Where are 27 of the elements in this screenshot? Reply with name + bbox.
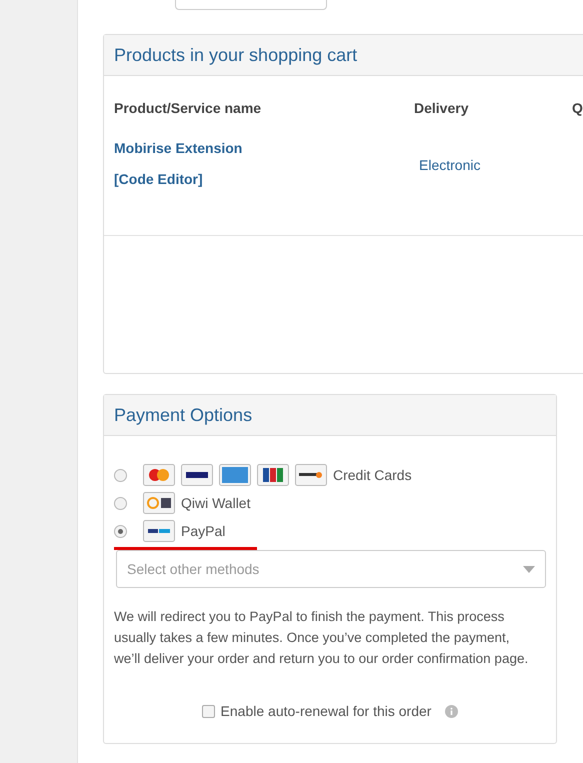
column-header: Delivery [414, 100, 470, 118]
card-logo-icon [181, 464, 213, 486]
panel-title: Payment Options [114, 404, 252, 426]
column-header: Product/Service name [114, 100, 262, 118]
card-logo-icon [143, 464, 175, 486]
paypal-logo-icon [143, 520, 175, 542]
wallet-logo-icon [143, 492, 175, 514]
radio-button[interactable] [114, 468, 127, 482]
info-icon[interactable] [445, 704, 458, 718]
option-label: Credit Cards [333, 467, 412, 483]
product-name: [Code Editor] [114, 170, 204, 189]
checkbox[interactable] [202, 704, 215, 718]
radio-button[interactable] [114, 496, 127, 510]
product-name: Mobirise Extension [114, 139, 244, 158]
option-label: PayPal [181, 523, 226, 539]
column-header: Q [572, 100, 583, 118]
delivery-cell: Electronic [419, 157, 480, 173]
card-logo-icon [295, 464, 327, 486]
card-logo-icon [257, 464, 289, 486]
payment-note: We will redirect you to PayPal to finish the payment. This process usually takes a few minutes. Once you’ve completed the payment, we’ll deliver your order and return you to our order confirmation page. [114, 608, 530, 668]
option-label: Qiwi Wallet [181, 495, 250, 511]
caret-icon [523, 566, 535, 572]
panel-title: Products in your shopping cart [114, 44, 358, 66]
card-logo-icon [219, 464, 251, 486]
checkbox-label: Enable auto-renewal for this order [220, 703, 432, 719]
methods-dropdown[interactable]: Select other methods [116, 550, 546, 588]
radio-button[interactable] [114, 524, 127, 538]
